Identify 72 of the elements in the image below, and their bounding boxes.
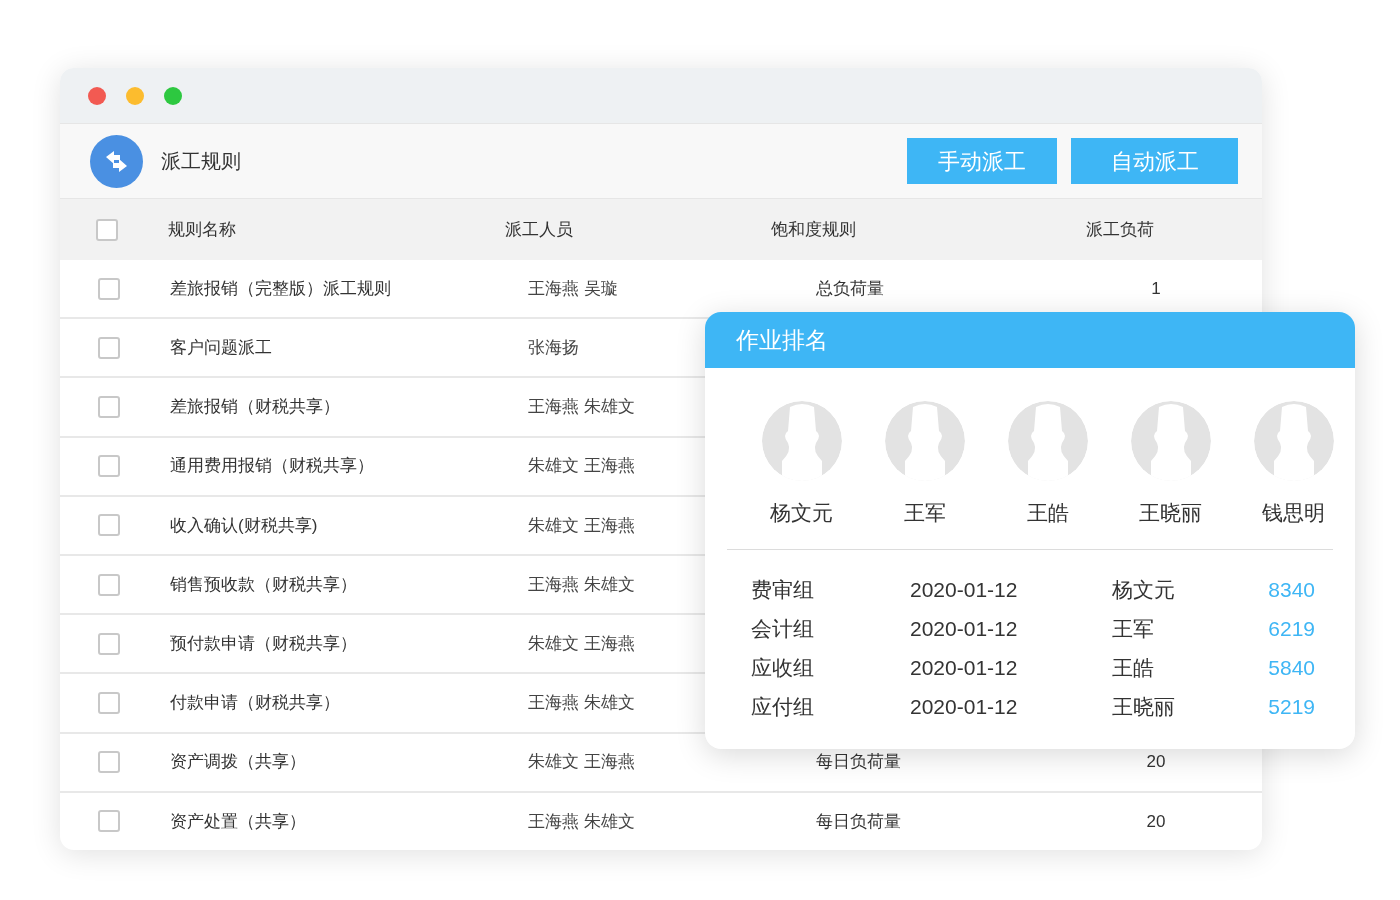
date: 2020-01-12	[910, 654, 1019, 681]
table-cell: 收入确认(财税共享)	[170, 515, 318, 535]
avatar-icon	[884, 401, 965, 481]
group-name: 应付组	[751, 693, 815, 720]
column-header: 派工负荷	[1086, 218, 1155, 241]
date: 2020-01-12	[910, 693, 1019, 720]
table-cell: 预付款申请（财税共享）	[170, 633, 357, 653]
group-name: 费审组	[751, 576, 815, 603]
score: 8340	[1268, 576, 1315, 603]
checkbox[interactable]	[98, 632, 120, 655]
checkbox[interactable]	[98, 810, 120, 833]
table-cell: 朱雄文 王海燕	[528, 752, 635, 772]
table-cell: 客户问题派工	[170, 338, 272, 358]
table-cell: 通用费用报销（财税共享）	[170, 456, 374, 476]
group-name: 会计组	[751, 615, 815, 642]
table-cell: 20	[1146, 811, 1166, 831]
checkbox[interactable]	[98, 336, 120, 359]
table-cell: 1	[1151, 278, 1161, 298]
panel-title: 作业排名	[736, 325, 828, 355]
date: 2020-01-12	[910, 576, 1019, 603]
group-name: 应收组	[751, 654, 815, 681]
column-header: 饱和度规则	[771, 218, 857, 241]
person-name: 王皓	[1112, 654, 1155, 681]
table-cell: 王海燕 朱雄文	[528, 574, 635, 594]
table-cell: 朱雄文 王海燕	[528, 515, 635, 535]
person-name: 杨文元	[770, 500, 833, 526]
table-cell: 张海扬	[528, 338, 579, 358]
dispatch-button[interactable]: 自动派工	[1071, 138, 1238, 184]
table-cell: 王海燕 朱雄文	[528, 811, 635, 831]
table-cell: 每日负荷量	[816, 752, 901, 772]
checkbox[interactable]	[96, 218, 118, 241]
table-cell: 资产处置（共享）	[170, 811, 306, 831]
avatar-icon	[1253, 401, 1334, 481]
person-name: 杨文元	[1112, 576, 1176, 603]
page-title: 派工规则	[161, 149, 241, 174]
person-name: 王军	[903, 500, 946, 526]
score: 6219	[1268, 615, 1315, 642]
table-cell: 20	[1146, 752, 1166, 772]
table-cell: 总负荷量	[816, 278, 884, 298]
table-cell: 每日负荷量	[816, 811, 901, 831]
table-cell: 资产调拨（共享）	[170, 752, 306, 772]
checkbox[interactable]	[98, 455, 120, 478]
checkbox[interactable]	[98, 277, 120, 300]
table-cell: 差旅报销（完整版）派工规则	[170, 278, 391, 298]
person-name: 王皓	[1026, 500, 1069, 526]
checkbox[interactable]	[98, 573, 120, 596]
table-cell: 差旅报销（财税共享）	[170, 397, 340, 417]
table-cell: 朱雄文 王海燕	[528, 633, 635, 653]
table-cell: 王海燕 朱雄文	[528, 693, 635, 713]
table-cell: 付款申请（财税共享）	[170, 693, 340, 713]
score: 5219	[1268, 693, 1315, 720]
checkbox[interactable]	[98, 514, 120, 537]
table-cell: 王海燕 朱雄文	[528, 397, 635, 417]
checkbox[interactable]	[98, 691, 120, 714]
table-cell: 销售预收款（财税共享）	[170, 574, 357, 594]
person-name: 王军	[1112, 615, 1155, 642]
column-header: 规则名称	[168, 218, 237, 241]
table-cell: 王海燕 吴璇	[528, 278, 618, 298]
avatar-icon	[761, 401, 842, 481]
table-cell: 朱雄文 王海燕	[528, 456, 635, 476]
avatar-icon	[1007, 401, 1088, 481]
column-header: 派工人员	[505, 218, 574, 241]
logo-icon	[90, 134, 143, 188]
person-name: 王晓丽	[1112, 693, 1176, 720]
person-name: 王晓丽	[1139, 500, 1202, 526]
checkbox[interactable]	[98, 751, 120, 774]
person-name: 钱思明	[1262, 500, 1325, 526]
avatar-icon	[1130, 401, 1211, 481]
score: 5840	[1268, 654, 1315, 681]
dispatch-button[interactable]: 手动派工	[907, 138, 1057, 184]
checkbox[interactable]	[98, 395, 120, 418]
date: 2020-01-12	[910, 615, 1019, 642]
